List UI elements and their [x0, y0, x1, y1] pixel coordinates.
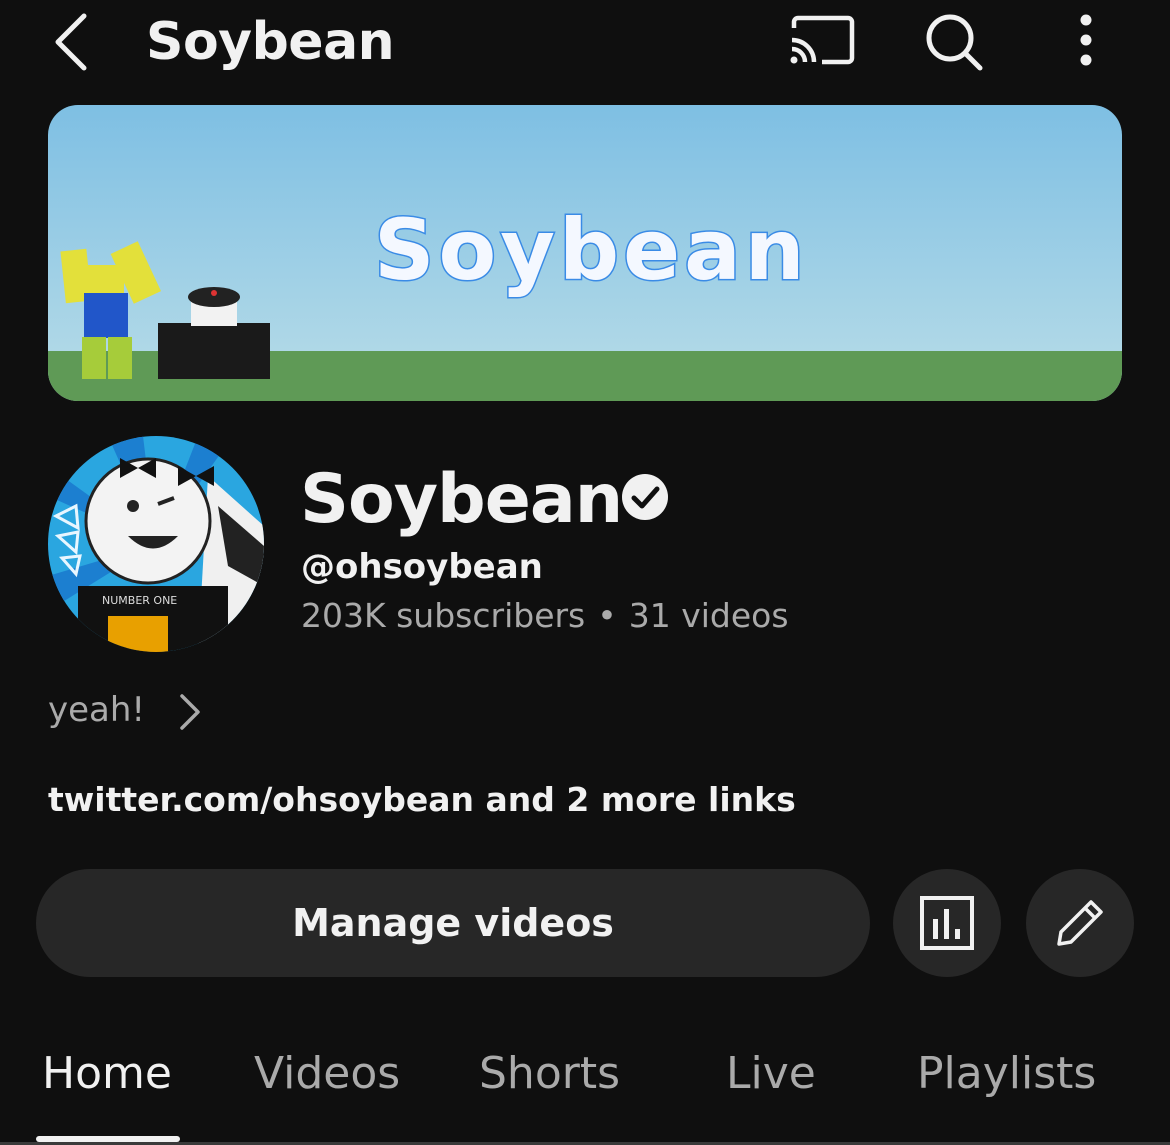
cast-icon[interactable] [788, 14, 856, 70]
channel-links[interactable]: twitter.com/ohsoybean and 2 more links [48, 780, 796, 819]
tab-home[interactable]: Home [42, 1048, 172, 1099]
tab-live[interactable]: Live [726, 1048, 816, 1099]
more-vertical-icon[interactable] [1060, 10, 1112, 74]
back-icon[interactable] [44, 10, 100, 74]
manage-videos-button[interactable]: Manage videos [36, 869, 870, 977]
subscriber-count: 203K subscribers [301, 596, 586, 635]
chevron-right-icon[interactable] [172, 690, 208, 734]
avatar[interactable]: NUMBER ONE [48, 436, 264, 652]
page-title: Soybean [146, 12, 395, 72]
search-icon[interactable] [922, 10, 986, 74]
tab-videos[interactable]: Videos [254, 1048, 400, 1099]
banner-title: Soybean [373, 200, 809, 301]
analytics-icon [920, 896, 974, 950]
analytics-button[interactable] [893, 869, 1001, 977]
avatar-text: NUMBER ONE [102, 594, 178, 607]
video-count: 31 videos [628, 596, 789, 635]
channel-name: Soybean [300, 460, 623, 539]
tab-playlists[interactable]: Playlists [917, 1048, 1096, 1099]
verified-check-icon [621, 473, 669, 521]
channel-description[interactable]: yeah! [48, 690, 145, 730]
active-tab-indicator [36, 1136, 180, 1142]
channel-handle: @ohsoybean [301, 547, 543, 587]
channel-stats: 203K subscribers • 31 videos [301, 596, 789, 635]
channel-banner: Soybean [48, 105, 1122, 401]
pencil-icon [1057, 900, 1103, 946]
edit-channel-button[interactable] [1026, 869, 1134, 977]
stats-separator: • [597, 596, 617, 635]
tab-shorts[interactable]: Shorts [479, 1048, 620, 1099]
